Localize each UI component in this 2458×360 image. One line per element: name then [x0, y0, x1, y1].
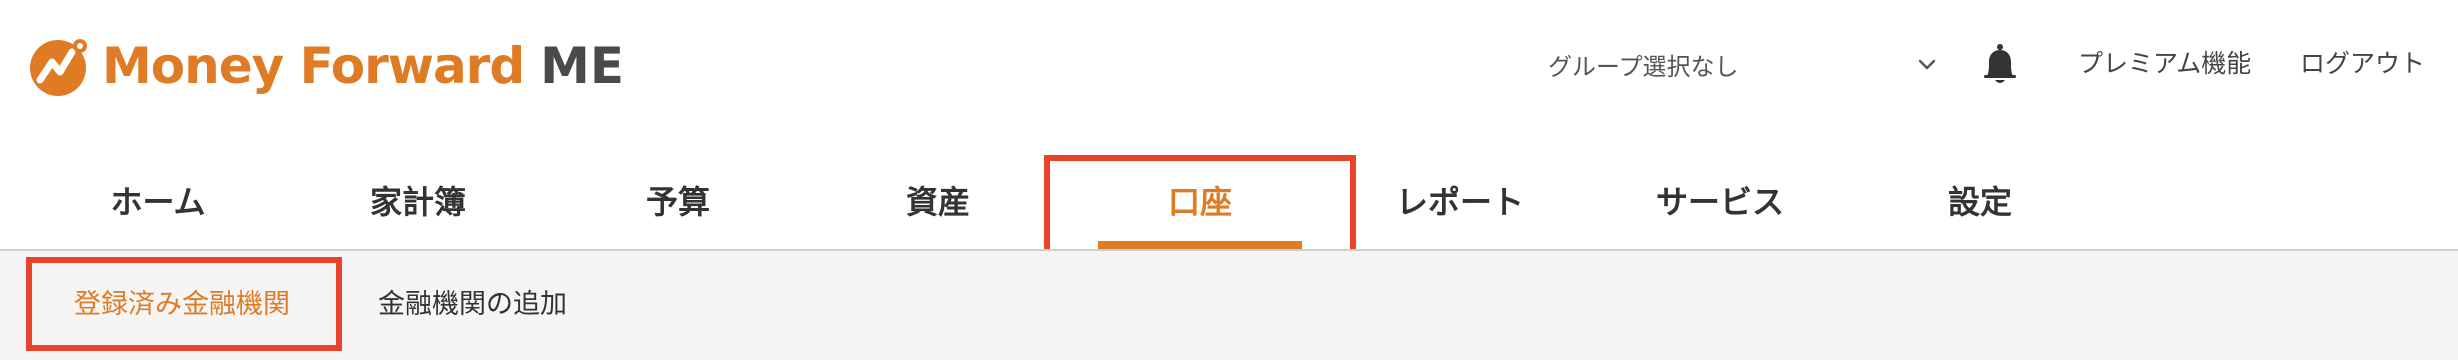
- tab-household-book[interactable]: 家計簿: [288, 150, 548, 250]
- money-forward-logo-icon: [30, 39, 87, 96]
- sub-navigation: 登録済み金融機関 金融機関の追加: [0, 251, 2458, 360]
- brand-suffix: ME: [540, 37, 625, 95]
- chevron-down-icon: [1918, 59, 1936, 70]
- bell-icon[interactable]: [1980, 42, 2020, 86]
- subtab-add-institution[interactable]: 金融機関の追加: [378, 251, 567, 351]
- tab-accounts[interactable]: 口座: [1070, 150, 1330, 250]
- tab-reports[interactable]: レポート: [1330, 150, 1590, 250]
- tab-budget[interactable]: 予算: [548, 150, 808, 250]
- brand-logo[interactable]: Money Forward ME: [28, 32, 624, 100]
- group-select-label: グループ選択なし: [1548, 52, 1739, 81]
- tab-services[interactable]: サービス: [1590, 150, 1850, 250]
- logout-link[interactable]: ログアウト: [2300, 44, 2425, 80]
- tab-assets[interactable]: 資産: [808, 150, 1068, 250]
- subtab-registered-institutions[interactable]: 登録済み金融機関: [74, 251, 290, 351]
- header: Money Forward ME グループ選択なし プレミアム機能 ログアウト: [0, 0, 2458, 128]
- tab-settings[interactable]: 設定: [1850, 150, 2110, 250]
- group-select-dropdown[interactable]: グループ選択なし: [1548, 42, 1938, 86]
- premium-link[interactable]: プレミアム機能: [2078, 44, 2251, 80]
- main-tabs: ホーム 家計簿 予算 資産 口座 レポート サービス 設定: [0, 150, 2458, 250]
- tab-home[interactable]: ホーム: [28, 150, 288, 250]
- brand-name: Money Forward: [102, 37, 525, 95]
